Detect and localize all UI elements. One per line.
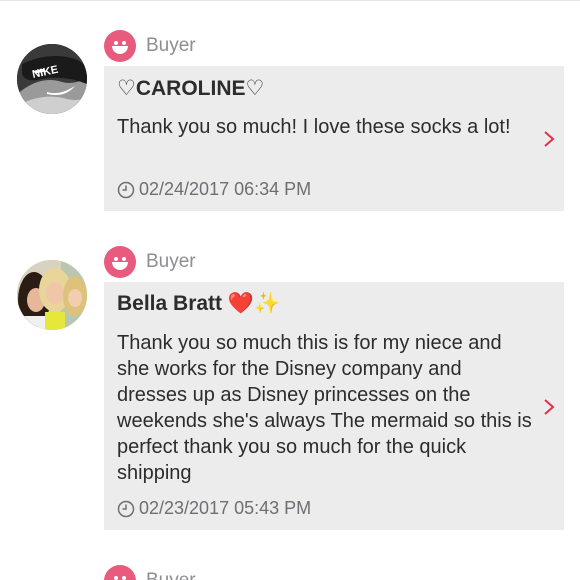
buyer-role-label: Buyer <box>146 251 196 272</box>
smiley-face-icon <box>104 30 136 62</box>
review-timestamp: 02/24/2017 06:34 PM <box>139 179 312 199</box>
reviewer-name[interactable]: Bella Bratt ❤️✨ <box>117 292 280 316</box>
review-message: Thank you so much! I love these socks a … <box>117 116 511 138</box>
buyer-badge-row: Buyer <box>104 565 196 580</box>
avatar-nike-image: NIKE <box>17 44 87 114</box>
review-bubble[interactable]: Bella Bratt ❤️✨ Thank you so much this i… <box>104 282 564 530</box>
smiley-face-icon <box>104 565 136 580</box>
chevron-right-icon[interactable] <box>542 398 556 416</box>
buyer-badge-row: Buyer <box>104 246 196 278</box>
avatar[interactable]: NIKE <box>17 44 87 114</box>
buyer-badge-row: Buyer <box>104 30 196 62</box>
review-timestamp: 02/23/2017 05:43 PM <box>139 498 312 518</box>
buyer-role-label: Buyer <box>146 35 196 56</box>
review-bubble[interactable]: ♡CAROLINE♡ Thank you so much! I love the… <box>104 66 564 211</box>
review-list-page: NIKE Buyer ♡CAROLINE♡ Thank you so much!… <box>0 0 580 580</box>
review-item[interactable]: Buyer <box>0 550 580 580</box>
review-item[interactable]: NIKE Buyer ♡CAROLINE♡ Thank you so much!… <box>0 0 580 230</box>
clock-icon <box>117 500 135 517</box>
avatar[interactable] <box>17 260 87 330</box>
buyer-role-label: Buyer <box>146 570 196 580</box>
reviewer-name-emoji: ❤️✨ <box>227 292 281 315</box>
review-timestamp-row: 02/24/2017 06:34 PM <box>117 179 311 200</box>
review-timestamp-row: 02/23/2017 05:43 PM <box>117 498 311 519</box>
review-item[interactable]: Buyer Bella Bratt ❤️✨ Thank you so much … <box>0 230 580 550</box>
smiley-face-icon <box>104 246 136 278</box>
reviewer-name-text: Bella Bratt <box>117 292 223 315</box>
avatar-group-selfie-image <box>17 260 87 330</box>
review-message: Thank you so much this is for my niece a… <box>117 332 532 484</box>
chevron-right-icon[interactable] <box>542 130 556 148</box>
clock-icon <box>117 181 135 198</box>
reviewer-name[interactable]: ♡CAROLINE♡ <box>117 76 264 101</box>
